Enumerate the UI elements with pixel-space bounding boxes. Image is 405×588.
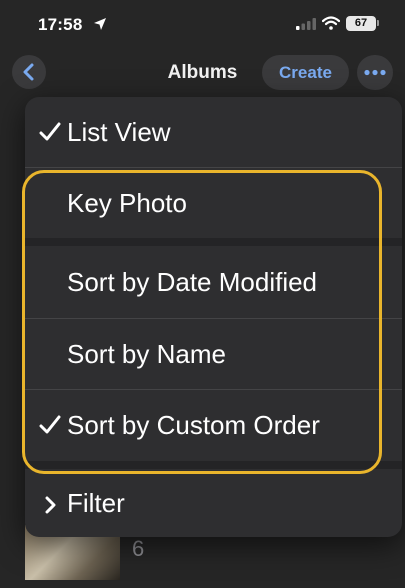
- more-button[interactable]: [357, 55, 393, 90]
- menu-item-label: Key Photo: [67, 188, 187, 218]
- menu-item-sort-date-modified[interactable]: Sort by Date Modified: [25, 247, 402, 317]
- group-separator: [25, 461, 402, 469]
- status-bar: 17:58 67: [0, 0, 405, 48]
- cellular-signal-icon: [296, 18, 316, 30]
- menu-item-label: Sort by Custom Order: [67, 410, 320, 440]
- menu-item-filter[interactable]: Filter: [25, 470, 402, 537]
- checkmark-icon: [39, 415, 61, 434]
- create-button[interactable]: Create: [262, 55, 349, 90]
- menu-item-label: Filter: [67, 488, 125, 518]
- menu-item-sort-name[interactable]: Sort by Name: [25, 319, 402, 389]
- menu-item-key-photo[interactable]: Key Photo: [25, 168, 402, 238]
- ellipsis-icon: [364, 69, 386, 76]
- location-arrow-icon: [94, 18, 106, 30]
- context-menu: List View Key Photo Sort by Date Modifie…: [25, 97, 402, 537]
- group-separator: [25, 238, 402, 246]
- menu-item-label: Sort by Date Modified: [67, 267, 318, 297]
- battery-icon: 67: [346, 16, 376, 31]
- wifi-icon: [322, 16, 340, 30]
- menu-item-sort-custom-order[interactable]: Sort by Custom Order: [25, 390, 402, 460]
- menu-item-label: List View: [67, 117, 171, 147]
- album-count: 6: [132, 536, 145, 561]
- battery-tip: [377, 20, 379, 26]
- menu-item-list-view[interactable]: List View: [25, 97, 402, 167]
- chevron-right-icon: [45, 496, 56, 514]
- menu-item-label: Sort by Name: [67, 339, 226, 369]
- status-time: 17:58: [38, 15, 83, 34]
- checkmark-icon: [39, 122, 61, 141]
